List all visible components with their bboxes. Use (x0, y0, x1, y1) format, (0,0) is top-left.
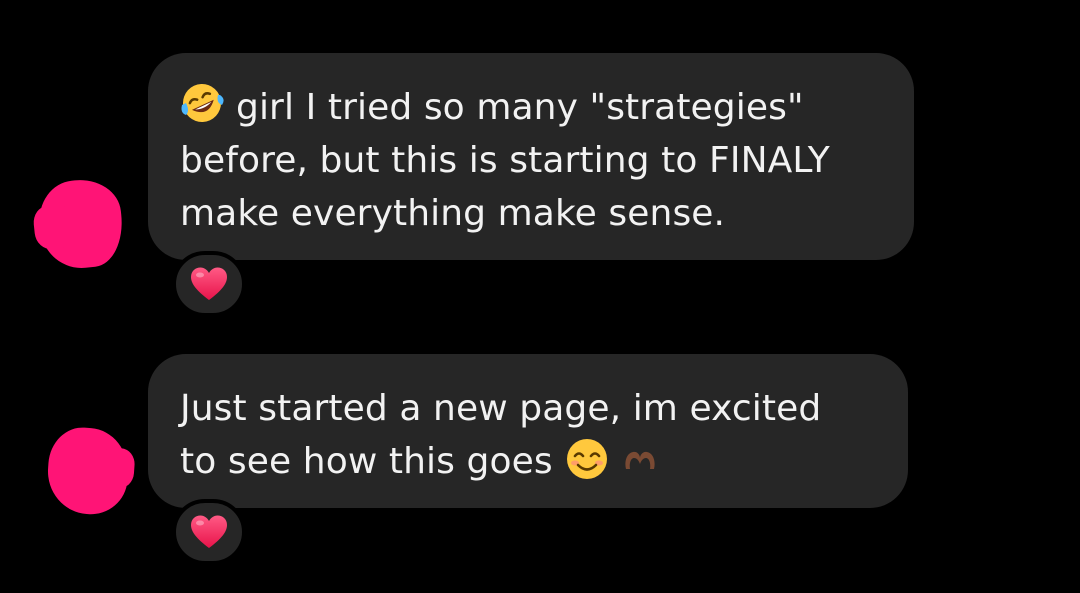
avatar-redacted[interactable] (45, 425, 131, 517)
heart-hands-emoji-icon (625, 451, 655, 469)
message-line: to see how this goes (180, 435, 876, 488)
heart-icon (191, 267, 227, 300)
reaction-badge[interactable] (172, 251, 246, 317)
rolling-laughing-emoji-icon (181, 84, 224, 122)
avatar-redacted[interactable] (35, 175, 127, 273)
message-bubble[interactable]: girl I tried so many "strategies" before… (148, 53, 914, 260)
reaction-badge[interactable] (172, 499, 246, 565)
message-text: Just started a new page, im excited (180, 388, 822, 429)
message-bubble[interactable]: Just started a new page, im excited to s… (148, 354, 908, 508)
message-text: girl I tried so many "strategies" (236, 87, 804, 128)
message-line: girl I tried so many "strategies" (180, 81, 882, 134)
message-text: make everything make sense. (180, 193, 726, 234)
heart-icon (191, 515, 227, 548)
message-text: to see how this goes (180, 441, 553, 482)
message-text: before, but this is starting to FINALY (180, 140, 830, 181)
chat-screen: girl I tried so many "strategies" before… (0, 0, 1080, 593)
smiling-face-emoji-icon (566, 439, 607, 479)
